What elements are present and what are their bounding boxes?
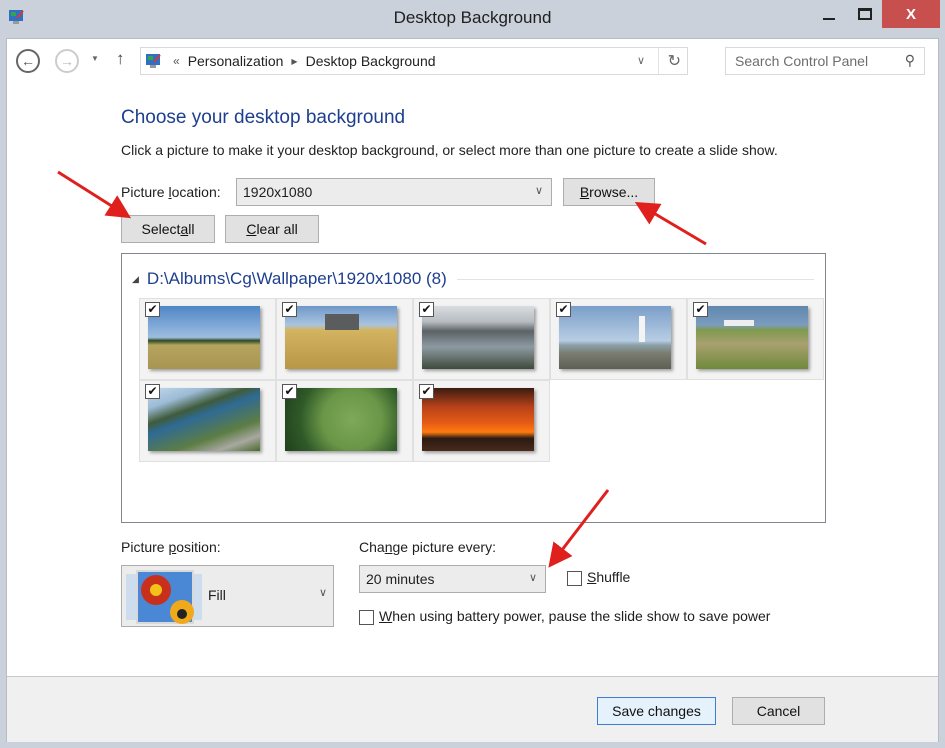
picture-checkbox[interactable]: ✔	[145, 302, 160, 317]
picture-tile[interactable]: ✔	[276, 298, 413, 380]
search-icon[interactable]: ⚲	[905, 52, 915, 69]
picture-thumbnail-coastal-road[interactable]	[148, 388, 260, 451]
picture-thumbnail-rocky-pools[interactable]	[422, 306, 534, 369]
recent-locations-dropdown[interactable]: ▼	[91, 54, 99, 63]
picture-checkbox[interactable]: ✔	[282, 384, 297, 399]
save-changes-button[interactable]: Save changes	[597, 697, 716, 725]
back-button[interactable]: ←	[16, 49, 40, 73]
barn-shape	[325, 314, 359, 330]
picture-checkbox[interactable]: ✔	[145, 384, 160, 399]
window-title: Desktop Background	[393, 8, 552, 27]
picture-tile[interactable]: ✔	[413, 380, 550, 462]
address-divider	[658, 48, 659, 74]
picture-thumbnail-field-houses[interactable]	[148, 306, 260, 369]
picture-thumbnail-aerial-farm[interactable]	[285, 388, 397, 451]
picture-thumbnail-sunset-bridge[interactable]	[422, 388, 534, 451]
picture-tile[interactable]: ✔	[139, 298, 276, 380]
picture-thumbnail-boat-shore[interactable]	[696, 306, 808, 369]
battery-pause-label[interactable]: When using battery power, pause the slid…	[379, 608, 770, 624]
dialog-footer: Save changes Cancel	[7, 676, 938, 742]
chevron-down-icon: ∨	[528, 572, 537, 584]
shuffle-checkbox[interactable]	[567, 571, 582, 586]
refresh-icon[interactable]: ↻	[668, 51, 681, 71]
navigation-bar: ← → ▼ ↑ « Personalization ▶ Desktop Back…	[7, 39, 938, 83]
picture-checkbox[interactable]: ✔	[419, 302, 434, 317]
picture-position-select[interactable]: Fill ∨	[121, 565, 334, 627]
maximize-button[interactable]	[848, 0, 882, 28]
change-interval-select[interactable]: 20 minutes ∨	[359, 565, 546, 593]
browse-button[interactable]: Browse...	[563, 178, 655, 206]
close-button[interactable]: X	[882, 0, 940, 28]
address-dropdown-icon[interactable]: ∨	[637, 54, 645, 67]
picture-thumbnail-lighthouse[interactable]	[559, 306, 671, 369]
close-icon: X	[905, 5, 916, 23]
flower-preview-icon	[126, 570, 202, 624]
control-panel-icon	[146, 54, 161, 68]
collapse-triangle-icon[interactable]: ◢	[132, 274, 139, 285]
search-placeholder: Search Control Panel	[735, 53, 869, 69]
page-title: Choose your desktop background	[121, 107, 406, 128]
picture-tile[interactable]: ✔	[687, 298, 824, 380]
up-button[interactable]: ↑	[116, 49, 125, 69]
page-description: Click a picture to make it your desktop …	[121, 142, 778, 158]
chevron-down-icon: ∨	[534, 185, 543, 197]
address-bar[interactable]: « Personalization ▶ Desktop Background ∨…	[140, 47, 688, 75]
picture-position-label: Picture position:	[121, 539, 221, 555]
lighthouse-shape	[639, 316, 645, 342]
change-picture-label: Change picture every:	[359, 539, 496, 555]
select-all-button[interactable]: Select a ll	[121, 215, 215, 243]
picture-checkbox[interactable]: ✔	[693, 302, 708, 317]
gallery-group-title: D:\Albums\Cg\Wallpaper\1920x1080 (8)	[146, 269, 447, 288]
breadcrumb-personalization[interactable]: Personalization	[188, 53, 284, 69]
picture-location-value: 1920x1080	[243, 184, 313, 200]
picture-location-select[interactable]: 1920x1080 ∨	[236, 178, 552, 206]
chevron-down-icon: ∨	[318, 587, 327, 599]
back-arrow-icon: ←	[21, 53, 35, 69]
search-input[interactable]: Search Control Panel ⚲	[725, 47, 925, 75]
picture-position-value: Fill	[208, 587, 226, 603]
picture-tile[interactable]: ✔	[276, 380, 413, 462]
up-arrow-icon: ↑	[116, 49, 125, 68]
picture-checkbox[interactable]: ✔	[556, 302, 571, 317]
thumbnail-grid: ✔ ✔ ✔ ✔ ✔ ✔ ✔ ✔	[139, 298, 824, 462]
picture-thumbnail-barn-wheat[interactable]	[285, 306, 397, 369]
minimize-icon	[823, 18, 835, 20]
picture-checkbox[interactable]: ✔	[282, 302, 297, 317]
picture-checkbox[interactable]: ✔	[419, 384, 434, 399]
cancel-button[interactable]: Cancel	[732, 697, 825, 725]
group-divider	[456, 278, 814, 280]
breadcrumb-separator-icon[interactable]: ▶	[291, 57, 297, 66]
battery-pause-checkbox[interactable]	[359, 610, 374, 625]
window-client: ← → ▼ ↑ « Personalization ▶ Desktop Back…	[6, 38, 939, 742]
clear-all-button[interactable]: Clear all	[225, 215, 319, 243]
picture-tile[interactable]: ✔	[550, 298, 687, 380]
breadcrumb-desktop-background[interactable]: Desktop Background	[306, 53, 436, 69]
boat-shape	[724, 320, 754, 326]
picture-gallery[interactable]: ◢ D:\Albums\Cg\Wallpaper\1920x1080 (8) ✔…	[121, 253, 826, 523]
minimize-button[interactable]	[812, 0, 846, 28]
picture-tile[interactable]: ✔	[139, 380, 276, 462]
title-bar: Desktop Background X	[0, 0, 945, 38]
maximize-icon	[858, 8, 872, 20]
gallery-group-header[interactable]: ◢ D:\Albums\Cg\Wallpaper\1920x1080 (8)	[132, 269, 814, 289]
picture-tile[interactable]: ✔	[413, 298, 550, 380]
breadcrumb-overflow[interactable]: «	[173, 54, 180, 68]
change-interval-value: 20 minutes	[366, 571, 435, 587]
forward-button[interactable]: →	[55, 49, 79, 73]
shuffle-label[interactable]: Shuffle	[587, 569, 630, 585]
picture-location-label: Picture location:	[121, 184, 221, 200]
forward-arrow-icon: →	[60, 53, 74, 69]
